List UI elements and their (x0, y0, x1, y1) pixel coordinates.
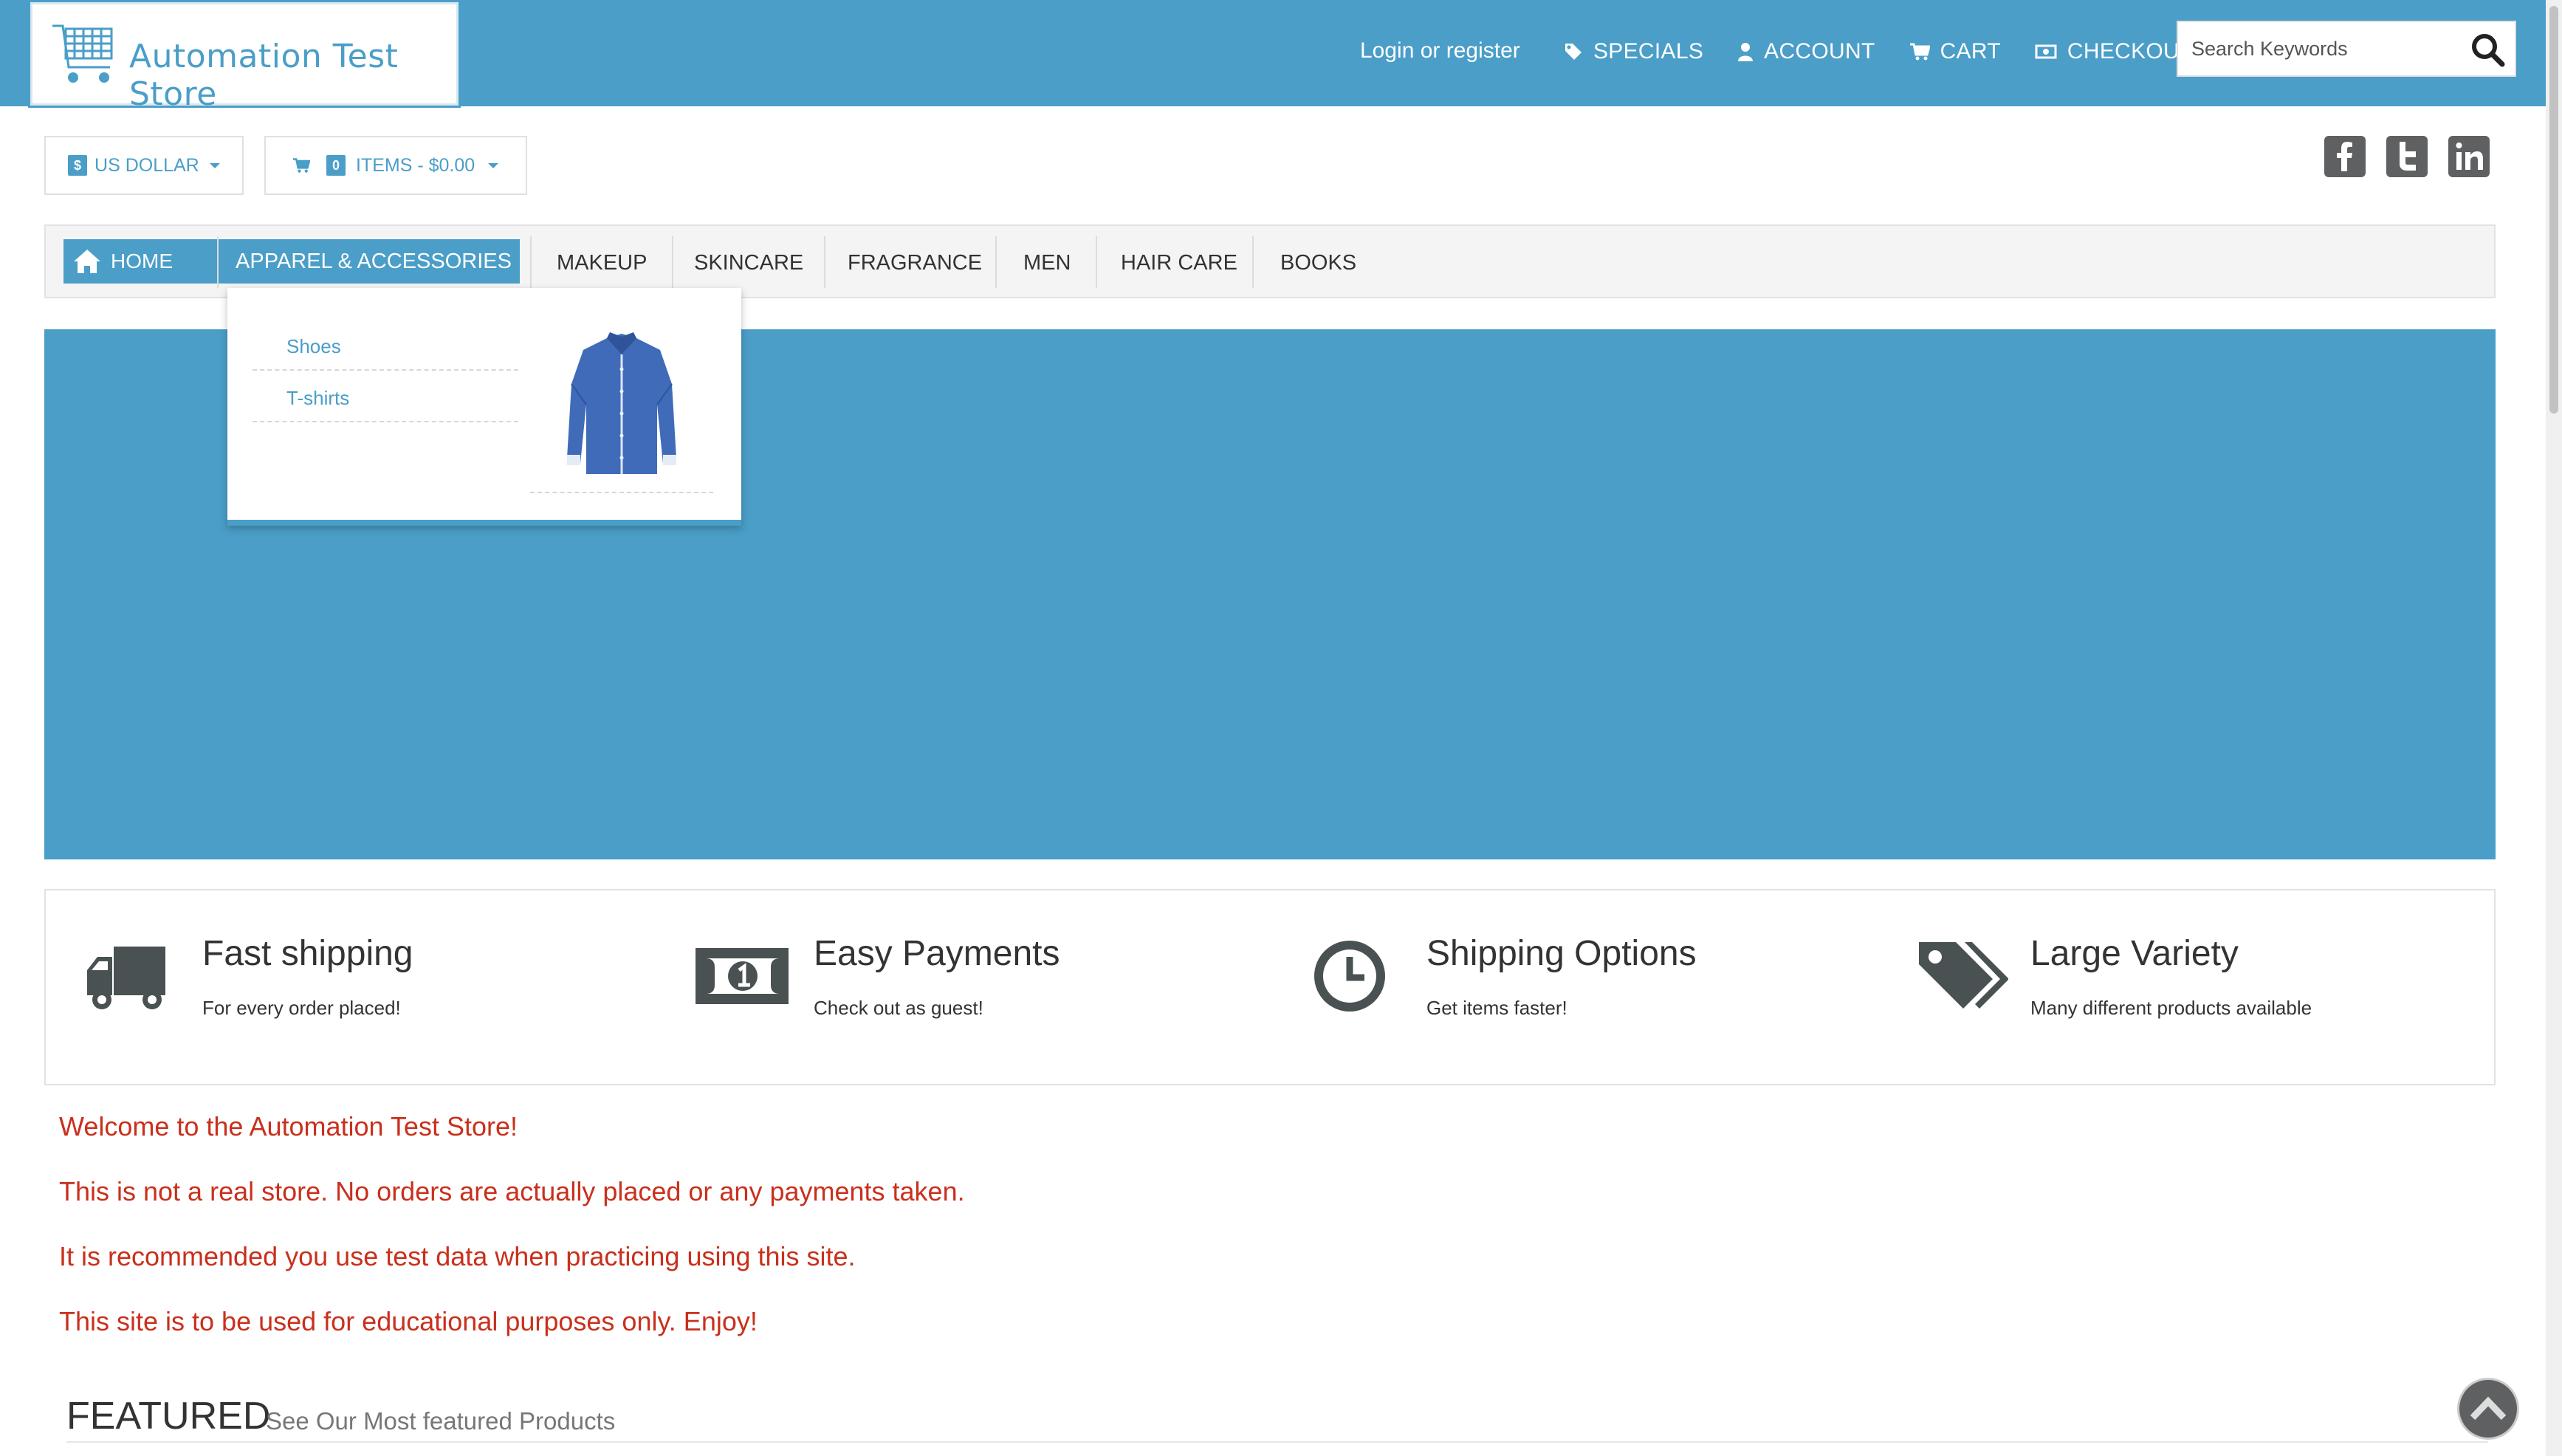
cart-icon (293, 158, 310, 173)
top-nav: SPECIALS ACCOUNT CART CHECKOUT (1564, 37, 2194, 66)
apparel-dropdown: Shoes T-shirts (227, 288, 741, 526)
features-strip: Fast shipping For every order placed! Ea… (44, 889, 2496, 1085)
currency-selector[interactable]: $ US DOLLAR (44, 136, 244, 195)
nav-men[interactable]: MEN (1023, 251, 1071, 275)
nav-cart[interactable]: CART (1909, 39, 2001, 64)
nav-divider (672, 236, 673, 288)
clock-icon (1314, 941, 1385, 1012)
nav-apparel-label: APPAREL & ACCESSORIES (236, 249, 512, 273)
chevron-up-icon (2470, 1396, 2507, 1421)
feature-title: Easy Payments (814, 934, 1060, 973)
chevron-down-icon (209, 162, 220, 168)
nav-checkout-label: CHECKOUT (2067, 39, 2194, 63)
feature-subtitle: Check out as guest! (814, 997, 983, 1019)
nav-hair-care[interactable]: HAIR CARE (1121, 251, 1237, 275)
nav-checkout[interactable]: CHECKOUT (2035, 39, 2194, 64)
scroll-to-top-button[interactable] (2457, 1378, 2519, 1440)
cart-summary-label: ITEMS - $0.00 (356, 154, 475, 176)
user-icon (1738, 43, 1754, 61)
nav-account[interactable]: ACCOUNT (1737, 39, 1875, 64)
nav-account-label: ACCOUNT (1764, 39, 1875, 63)
nav-divider (1252, 236, 1254, 288)
tag-icon (1565, 44, 1581, 60)
nav-books[interactable]: BOOKS (1280, 251, 1356, 275)
feature-subtitle: Many different products available (2030, 997, 2312, 1019)
nav-fragrance[interactable]: FRAGRANCE (848, 251, 982, 275)
dropdown-item-label: Shoes (286, 335, 341, 357)
welcome-message: Welcome to the Automation Test Store! Th… (59, 1113, 965, 1373)
linkedin-icon[interactable] (2448, 136, 2490, 177)
nav-divider (217, 236, 219, 288)
feature-title: Shipping Options (1426, 934, 1697, 973)
twitter-icon[interactable] (2386, 136, 2428, 177)
feature-title: Large Variety (2030, 934, 2239, 973)
social-links (2324, 136, 2490, 177)
cart-icon (1909, 43, 1930, 61)
nav-divider (995, 236, 997, 288)
currency-label: US DOLLAR (95, 154, 199, 176)
nav-home-label: HOME (111, 250, 173, 272)
welcome-line: This site is to be used for educational … (59, 1306, 758, 1336)
feature-subtitle: For every order placed! (202, 997, 401, 1019)
dropdown-item-label: T-shirts (286, 387, 350, 409)
nav-specials[interactable]: SPECIALS (1564, 39, 1703, 64)
facebook-icon[interactable] (2324, 136, 2366, 177)
featured-title: FEATURED (66, 1395, 271, 1438)
feature-title: Fast shipping (202, 934, 413, 973)
nav-divider (1096, 236, 1097, 288)
search-box (2177, 21, 2516, 77)
page: Automation Test Store Login or register … (0, 0, 2546, 1456)
feature-subtitle: Get items faster! (1426, 997, 1567, 1019)
shirt-image (567, 332, 676, 474)
chevron-down-icon (488, 162, 499, 168)
category-image[interactable] (530, 317, 713, 493)
search-icon[interactable] (2469, 31, 2506, 68)
nav-apparel[interactable]: APPAREL & ACCESSORIES (227, 239, 520, 284)
store-logo[interactable]: Automation Test Store (28, 0, 461, 113)
cart-summary-button[interactable]: 0 ITEMS - $0.00 (264, 136, 527, 195)
main-nav: HOME APPAREL & ACCESSORIES MAKEUP SKINCA… (44, 224, 2496, 298)
tags-icon (1919, 942, 2008, 1009)
welcome-line: Welcome to the Automation Test Store! (59, 1111, 518, 1141)
money-icon (2035, 44, 2057, 59)
welcome-line: It is recommended you use test data when… (59, 1241, 856, 1271)
login-register-link[interactable]: Login or register (1360, 38, 1520, 63)
nav-divider (824, 236, 825, 288)
nav-specials-label: SPECIALS (1593, 39, 1704, 63)
money-bill-icon (696, 948, 789, 1004)
scrollbar-thumb[interactable] (2549, 6, 2558, 413)
home-icon (74, 250, 100, 273)
currency-symbol: $ (68, 155, 88, 176)
welcome-line: This is not a real store. No orders are … (59, 1176, 965, 1206)
featured-subtitle: See Our Most featured Products (266, 1407, 616, 1435)
nav-makeup[interactable]: MAKEUP (557, 251, 647, 275)
dropdown-item-shoes[interactable]: Shoes (253, 317, 518, 371)
dropdown-item-tshirts[interactable]: T-shirts (253, 369, 518, 422)
nav-divider (530, 236, 532, 288)
featured-header: FEATURED See Our Most featured Products (66, 1394, 2488, 1443)
nav-cart-label: CART (1940, 39, 2001, 63)
truck-icon (87, 947, 165, 1009)
nav-skincare[interactable]: SKINCARE (694, 251, 803, 275)
search-input[interactable] (2178, 22, 2459, 75)
cart-count-badge: 0 (326, 155, 346, 176)
store-name: Automation Test Store (129, 38, 399, 113)
nav-home[interactable]: HOME (63, 239, 230, 284)
cart-logo-icon (52, 24, 113, 83)
